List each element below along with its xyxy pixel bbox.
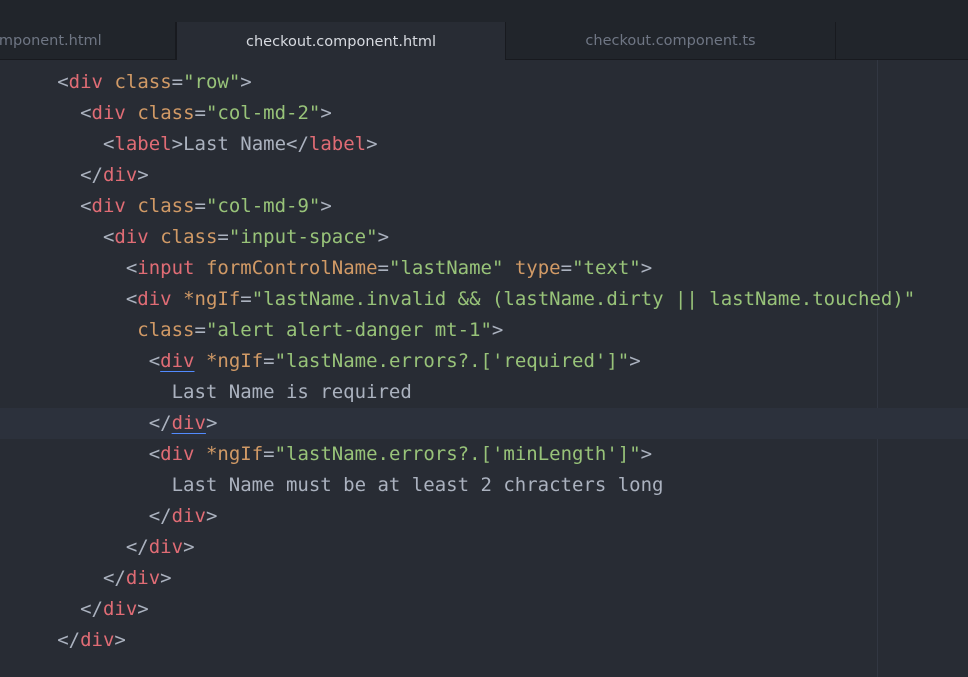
code-line[interactable]: <input formControlName="lastName" type="… xyxy=(0,253,968,284)
code-line[interactable]: class="alert alert-danger mt-1"> xyxy=(0,315,968,346)
tab-checkout-component-ts[interactable]: checkout.component.ts xyxy=(506,22,836,60)
tab-label: omponent.html xyxy=(0,33,102,49)
bracket-match-tag: div xyxy=(171,412,206,434)
tab-empty[interactable] xyxy=(836,22,968,60)
code-line[interactable]: <div class="col-md-2"> xyxy=(0,98,968,129)
code-line[interactable]: </div> xyxy=(0,625,968,656)
code-line[interactable]: <div *ngIf="lastName.errors?.['minLength… xyxy=(0,439,968,470)
tab-label: checkout.component.ts xyxy=(585,33,756,49)
code-line[interactable]: </div> xyxy=(0,532,968,563)
code-line[interactable]: <div class="col-md-9"> xyxy=(0,191,968,222)
code-editor[interactable]: <div class="row"> <div class="col-md-2">… xyxy=(0,60,968,677)
title-bar xyxy=(0,0,968,22)
code-line[interactable]: <label>Last Name</label> xyxy=(0,129,968,160)
code-line[interactable]: </div> xyxy=(0,563,968,594)
code-line[interactable]: </div> xyxy=(0,501,968,532)
code-line[interactable]: Last Name must be at least 2 chracters l… xyxy=(0,470,968,501)
code-line[interactable]: </div> xyxy=(0,160,968,191)
code-line[interactable]: </div> xyxy=(0,594,968,625)
code-line[interactable]: <div *ngIf="lastName.invalid && (lastNam… xyxy=(0,284,968,315)
code-line[interactable]: <div class="row"> xyxy=(0,67,968,98)
tab-component-html[interactable]: omponent.html xyxy=(0,22,176,60)
tab-checkout-component-html[interactable]: checkout.component.html xyxy=(176,22,506,61)
code-line-cursor[interactable]: </div> xyxy=(0,408,968,439)
tab-label: checkout.component.html xyxy=(246,33,436,50)
bracket-match-tag: div xyxy=(160,350,195,372)
code-line[interactable]: <div *ngIf="lastName.errors?.['required'… xyxy=(0,346,968,377)
code-line[interactable]: Last Name is required xyxy=(0,377,968,408)
tab-bar: omponent.html checkout.component.html ch… xyxy=(0,22,968,61)
code-line[interactable]: <div class="input-space"> xyxy=(0,222,968,253)
